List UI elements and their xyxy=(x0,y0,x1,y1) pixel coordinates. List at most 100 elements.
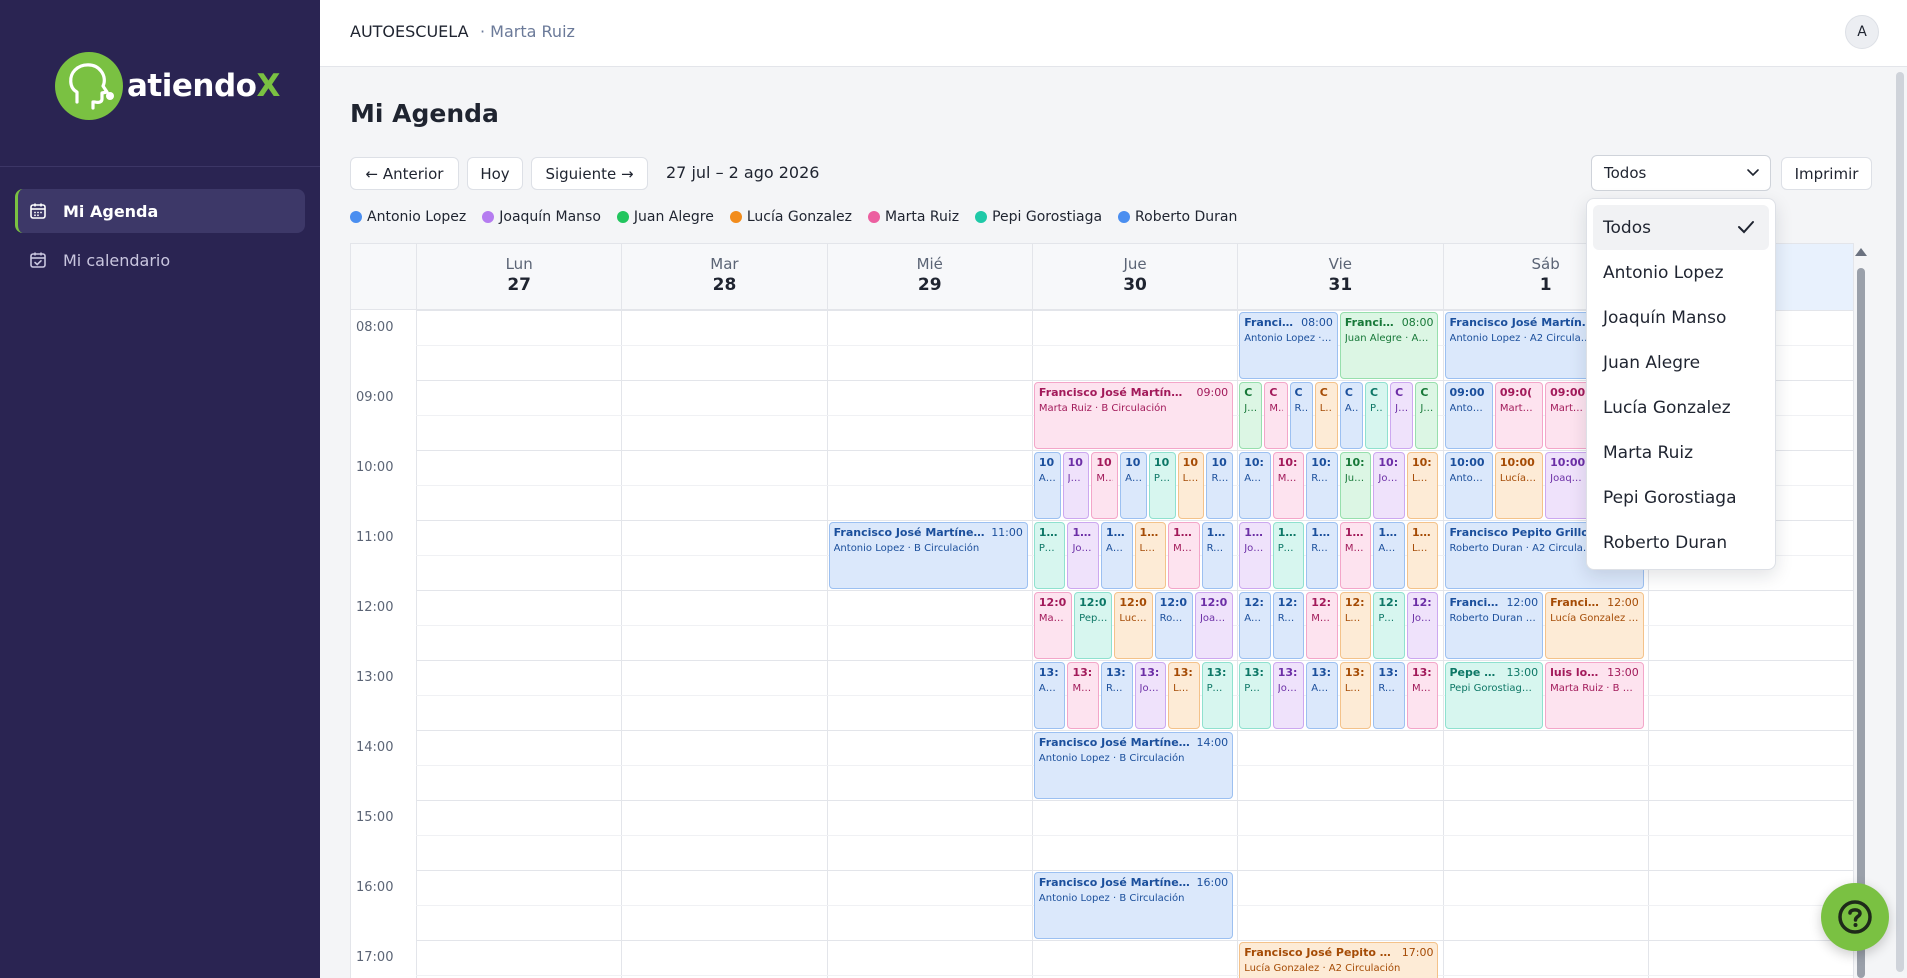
appointment-event[interactable]: 12:0 Mar… xyxy=(1033,592,1073,659)
appointment-event[interactable]: 12: Lu… xyxy=(1339,592,1372,659)
appointment-event[interactable]: 12: Ro… xyxy=(1272,592,1305,659)
appointment-event[interactable]: C J… xyxy=(1239,382,1263,449)
appointment-event[interactable]: 11:0 Ro… xyxy=(1201,522,1234,589)
page-scrollbar[interactable] xyxy=(1896,72,1904,972)
legend-item[interactable]: Joaquín Manso xyxy=(482,209,601,225)
legend-item[interactable]: Antonio Lopez xyxy=(350,209,466,225)
scroll-up-icon[interactable] xyxy=(1855,248,1867,256)
appointment-event[interactable]: Francisco José Martíne… 16:00 Antonio Lope… xyxy=(1033,872,1234,939)
legend-item[interactable]: Pepi Gorostiaga xyxy=(975,209,1102,225)
sidebar-item-mi-agenda[interactable]: Mi Agenda xyxy=(15,189,305,233)
appointment-event[interactable]: 13: Ro… xyxy=(1373,662,1405,729)
dropdown-option[interactable]: Pepi Gorostiaga xyxy=(1593,475,1769,520)
appointment-event[interactable]: 10: Ro… xyxy=(1306,452,1338,519)
appointment-event[interactable]: 11:0 Pe… xyxy=(1272,522,1305,589)
appointment-event[interactable]: 11:0 M… xyxy=(1168,522,1200,589)
appointment-event[interactable]: 10: Ju… xyxy=(1339,452,1372,519)
prev-week-button[interactable]: ← Anterior xyxy=(350,157,459,190)
day-header-lun[interactable]: Lun 27 xyxy=(416,244,621,310)
appointment-event[interactable]: 12:0 Joa… xyxy=(1194,592,1234,659)
appointment-event[interactable]: 13: A… xyxy=(1033,662,1066,729)
dropdown-option[interactable]: Roberto Duran xyxy=(1593,520,1769,565)
today-button[interactable]: Hoy xyxy=(467,157,523,190)
next-week-button[interactable]: Siguiente → xyxy=(531,157,648,190)
appointment-event[interactable]: 10 R… xyxy=(1206,452,1234,519)
appointment-event[interactable]: 11:0 Jo… xyxy=(1067,522,1099,589)
appointment-event[interactable]: Francisco José Pepito G… 17:00 Lucía Gonza… xyxy=(1239,942,1439,978)
appointment-event[interactable]: 11:0 Jo… xyxy=(1239,522,1271,589)
appointment-event[interactable]: 09:00 Anto… xyxy=(1444,382,1493,449)
legend-item[interactable]: Marta Ruiz xyxy=(867,209,959,225)
dropdown-option[interactable]: Antonio Lopez xyxy=(1593,250,1769,295)
appointment-event[interactable]: 13: Jo… xyxy=(1134,662,1167,729)
dropdown-option[interactable]: Marta Ruiz xyxy=(1593,430,1769,475)
appointment-event[interactable]: 13: M… xyxy=(1067,662,1099,729)
appointment-event[interactable]: Francisco José Martíne… 14:00 Antonio Lope… xyxy=(1033,732,1234,799)
appointment-event[interactable]: 10: Lu… xyxy=(1406,452,1439,519)
appointment-event[interactable]: luis lo… 13:00 Marta Ruiz · B C… xyxy=(1545,662,1644,729)
appointment-event[interactable]: 10: M… xyxy=(1272,452,1305,519)
appointment-event[interactable]: Franci… 12:00 Lucía Gonzalez … xyxy=(1545,592,1644,659)
appointment-event[interactable]: 13: Pe… xyxy=(1201,662,1234,729)
dropdown-option[interactable]: Todos xyxy=(1593,205,1769,250)
appointment-event[interactable]: 11:0 M… xyxy=(1339,522,1372,589)
appointment-event[interactable]: C P… xyxy=(1365,382,1389,449)
appointment-event[interactable]: 10 A… xyxy=(1120,452,1147,519)
appointment-event[interactable]: 11:0 Ro… xyxy=(1306,522,1338,589)
appointment-event[interactable]: 12: Pe… xyxy=(1373,592,1405,659)
help-button[interactable] xyxy=(1821,883,1889,951)
calendar-scroll-thumb[interactable] xyxy=(1857,268,1865,978)
sidebar-item-mi-calendario[interactable]: Mi calendario xyxy=(15,238,305,282)
legend-item[interactable]: Roberto Duran xyxy=(1118,209,1237,225)
dropdown-option[interactable]: Lucía Gonzalez xyxy=(1593,385,1769,430)
appointment-event[interactable]: 13: Lu… xyxy=(1168,662,1200,729)
appointment-event[interactable]: 11:0 Lu… xyxy=(1134,522,1167,589)
appointment-event[interactable]: 10 A… xyxy=(1033,452,1061,519)
appointment-event[interactable]: 10 J… xyxy=(1062,452,1090,519)
appointment-event[interactable]: 13: Pe… xyxy=(1239,662,1271,729)
day-header-jue[interactable]: Jue 30 xyxy=(1031,244,1237,310)
day-header-mié[interactable]: Mié 29 xyxy=(826,244,1032,310)
appointment-event[interactable]: 13: Lu… xyxy=(1339,662,1372,729)
dropdown-option[interactable]: Juan Alegre xyxy=(1593,340,1769,385)
appointment-event[interactable]: 10: Jo… xyxy=(1373,452,1405,519)
legend-item[interactable]: Lucía Gonzalez xyxy=(729,209,852,225)
appointment-event[interactable]: 12:0 Luc… xyxy=(1114,592,1153,659)
appointment-event[interactable]: Franci… 08:00 Juan Alegre · A… xyxy=(1339,312,1439,379)
appointment-event[interactable]: 10 M… xyxy=(1091,452,1119,519)
logo[interactable]: atiendoX xyxy=(55,52,280,120)
day-header-mar[interactable]: Mar 28 xyxy=(621,244,826,310)
appointment-event[interactable]: 13: A… xyxy=(1306,662,1338,729)
dropdown-option[interactable]: Joaquín Manso xyxy=(1593,295,1769,340)
appointment-event[interactable]: 13: M… xyxy=(1406,662,1439,729)
appointment-event[interactable]: 12: Jo… xyxy=(1406,592,1439,659)
appointment-event[interactable]: 11:0 A… xyxy=(1101,522,1133,589)
print-button[interactable]: Imprimir xyxy=(1781,157,1872,190)
appointment-event[interactable]: Franci… 12:00 Roberto Duran ·… xyxy=(1444,592,1544,659)
appointment-event[interactable]: Pepe R… 13:00 Pepi Gorostiag… xyxy=(1444,662,1544,729)
appointment-event[interactable]: 12: M… xyxy=(1306,592,1338,659)
appointment-event[interactable]: 10 P… xyxy=(1148,452,1176,519)
appointment-event[interactable]: 09:0(Mart… xyxy=(1494,382,1544,449)
appointment-event[interactable]: 10:00 Anto… xyxy=(1444,452,1493,519)
appointment-event[interactable]: 13: Jo… xyxy=(1272,662,1305,729)
appointment-event[interactable]: 11:0 Lu… xyxy=(1406,522,1439,589)
appointment-event[interactable]: 10: A… xyxy=(1239,452,1271,519)
appointment-event[interactable]: C J… xyxy=(1415,382,1439,449)
appointment-event[interactable]: 11:0 Pe… xyxy=(1033,522,1066,589)
appointment-event[interactable]: C A… xyxy=(1339,382,1363,449)
appointment-event[interactable]: 12:0 Pep… xyxy=(1074,592,1113,659)
day-header-vie[interactable]: Vie 31 xyxy=(1237,244,1442,310)
appointment-event[interactable]: 10 L… xyxy=(1177,452,1205,519)
appointment-event[interactable]: C M… xyxy=(1264,382,1288,449)
appointment-event[interactable]: C R… xyxy=(1289,382,1313,449)
appointment-event[interactable]: Francisco José Martínez… 11:00 Antonio Lop… xyxy=(828,522,1028,589)
appointment-event[interactable]: 12: A… xyxy=(1239,592,1271,659)
legend-item[interactable]: Juan Alegre xyxy=(616,209,714,225)
appointment-event[interactable]: 13: Ro… xyxy=(1101,662,1133,729)
instructor-filter-select[interactable]: Todos xyxy=(1591,155,1771,191)
appointment-event[interactable]: 12:0 Ro… xyxy=(1154,592,1193,659)
appointment-event[interactable]: 11:0 A… xyxy=(1373,522,1405,589)
appointment-event[interactable]: C J… xyxy=(1390,382,1414,449)
appointment-event[interactable]: 10:00 Lucía… xyxy=(1494,452,1544,519)
